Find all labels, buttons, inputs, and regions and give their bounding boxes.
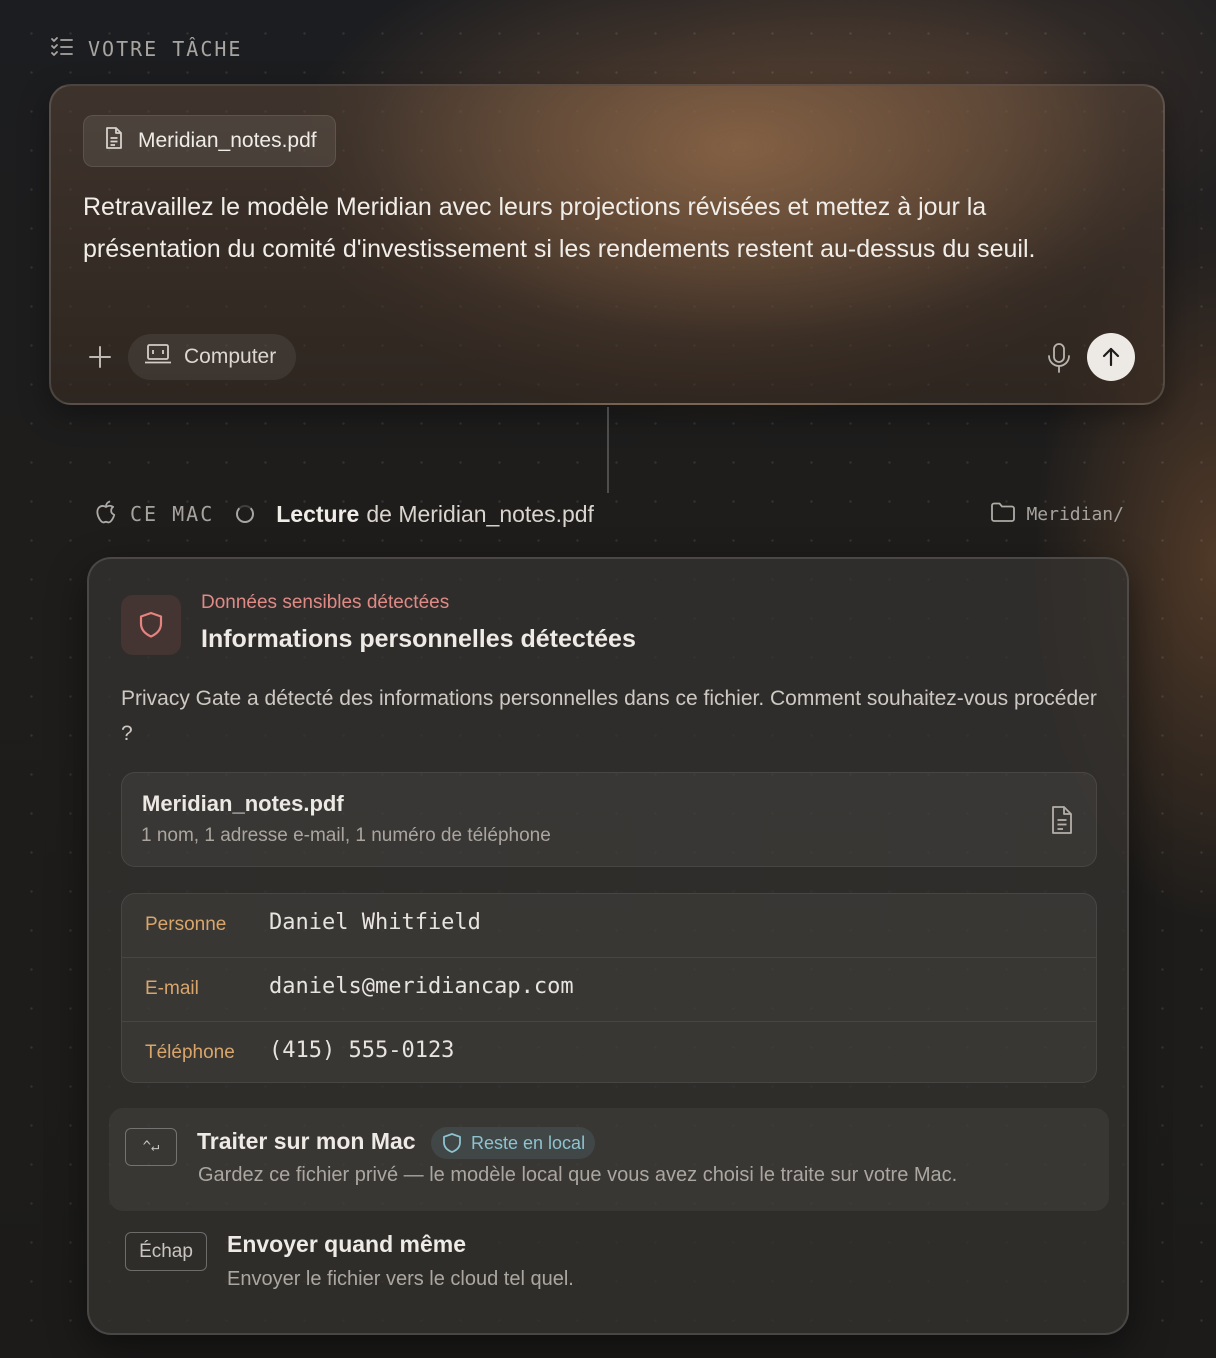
file-summary: Meridian_notes.pdf 1 nom, 1 adresse e-ma…: [121, 772, 1097, 867]
connector-line: [607, 407, 609, 493]
alert-description: Privacy Gate a détecté des informations …: [121, 687, 1097, 745]
computer-tool-chip[interactable]: Computer: [128, 334, 297, 380]
arrow-up-icon: [1102, 347, 1120, 367]
microphone-icon: [1048, 343, 1070, 373]
shortcut-key-ctrl-enter: ^↵: [125, 1128, 177, 1166]
shield-icon: [139, 611, 163, 638]
document-icon: [1050, 805, 1074, 840]
folder-path[interactable]: Meridian/: [990, 501, 1124, 528]
apple-icon: [94, 499, 118, 530]
stays-local-badge: Reste en local: [431, 1127, 596, 1159]
task-header: VOTRE TÂCHE: [50, 36, 242, 61]
pii-label: E-mail: [145, 978, 199, 999]
shield-icon: [443, 1133, 461, 1153]
device-label: CE MAC: [130, 502, 215, 526]
process-locally-option[interactable]: ^↵ Traiter sur mon Mac Reste en local Ga…: [109, 1108, 1109, 1211]
stays-local-label: Reste en local: [471, 1132, 586, 1153]
pii-label: Personne: [145, 914, 227, 935]
plus-icon: [89, 346, 111, 368]
pii-row-email: E-mail daniels@meridiancap.com: [122, 958, 1096, 1022]
pii-row-person: Personne Daniel Whitfield: [122, 894, 1096, 958]
folder-icon: [990, 501, 1016, 528]
status-target: de Meridian_notes.pdf: [366, 500, 594, 527]
send-anyway-option[interactable]: Échap Envoyer quand même Envoyer le fich…: [109, 1219, 1109, 1309]
document-icon: [104, 126, 124, 156]
prompt-text[interactable]: Retravaillez le modèle Meridian avec leu…: [83, 186, 1113, 270]
shield-badge: [121, 595, 181, 655]
pii-value: Daniel Whitfield: [269, 910, 481, 935]
file-summary-details: 1 nom, 1 adresse e-mail, 1 numéro de tél…: [141, 825, 551, 846]
process-locally-title: Traiter sur mon Mac: [197, 1128, 416, 1154]
folder-path-label: Meridian/: [1026, 504, 1124, 525]
pii-row-phone: Téléphone (415) 555-0123: [122, 1022, 1096, 1082]
pii-value: (415) 555-0123: [269, 1038, 455, 1063]
alert-kicker: Données sensibles détectées: [201, 592, 450, 613]
pii-label: Téléphone: [145, 1042, 235, 1063]
attachment-name: Meridian_notes.pdf: [138, 129, 317, 152]
task-list-icon: [50, 36, 74, 61]
microphone-button[interactable]: [1044, 342, 1074, 374]
send-anyway-title: Envoyer quand même: [227, 1231, 467, 1257]
task-header-label: VOTRE TÂCHE: [88, 36, 243, 61]
shortcut-key-escape: Échap: [125, 1232, 207, 1271]
send-anyway-subtitle: Envoyer le fichier vers le cloud tel que…: [227, 1268, 574, 1290]
alert-title: Informations personnelles détectées: [201, 625, 636, 653]
status-row: CE MAC Lecture de Meridian_notes.pdf Mer…: [94, 497, 1124, 531]
process-locally-subtitle: Gardez ce fichier privé — le modèle loca…: [198, 1164, 958, 1186]
attachment-chip[interactable]: Meridian_notes.pdf: [83, 115, 336, 167]
pii-value: daniels@meridiancap.com: [269, 974, 574, 999]
status-action: Lecture: [276, 500, 360, 527]
privacy-gate-card: Données sensibles détectées Informations…: [87, 557, 1129, 1335]
add-button[interactable]: [85, 342, 115, 372]
prompt-card: Meridian_notes.pdf Retravaillez le modèl…: [49, 84, 1165, 405]
file-summary-name: Meridian_notes.pdf: [142, 791, 344, 816]
computer-chip-label: Computer: [184, 345, 277, 368]
loading-spinner-icon: [236, 505, 255, 523]
computer-icon: [144, 343, 172, 371]
pii-table: Personne Daniel Whitfield E-mail daniels…: [121, 893, 1097, 1083]
send-button[interactable]: [1087, 333, 1135, 381]
